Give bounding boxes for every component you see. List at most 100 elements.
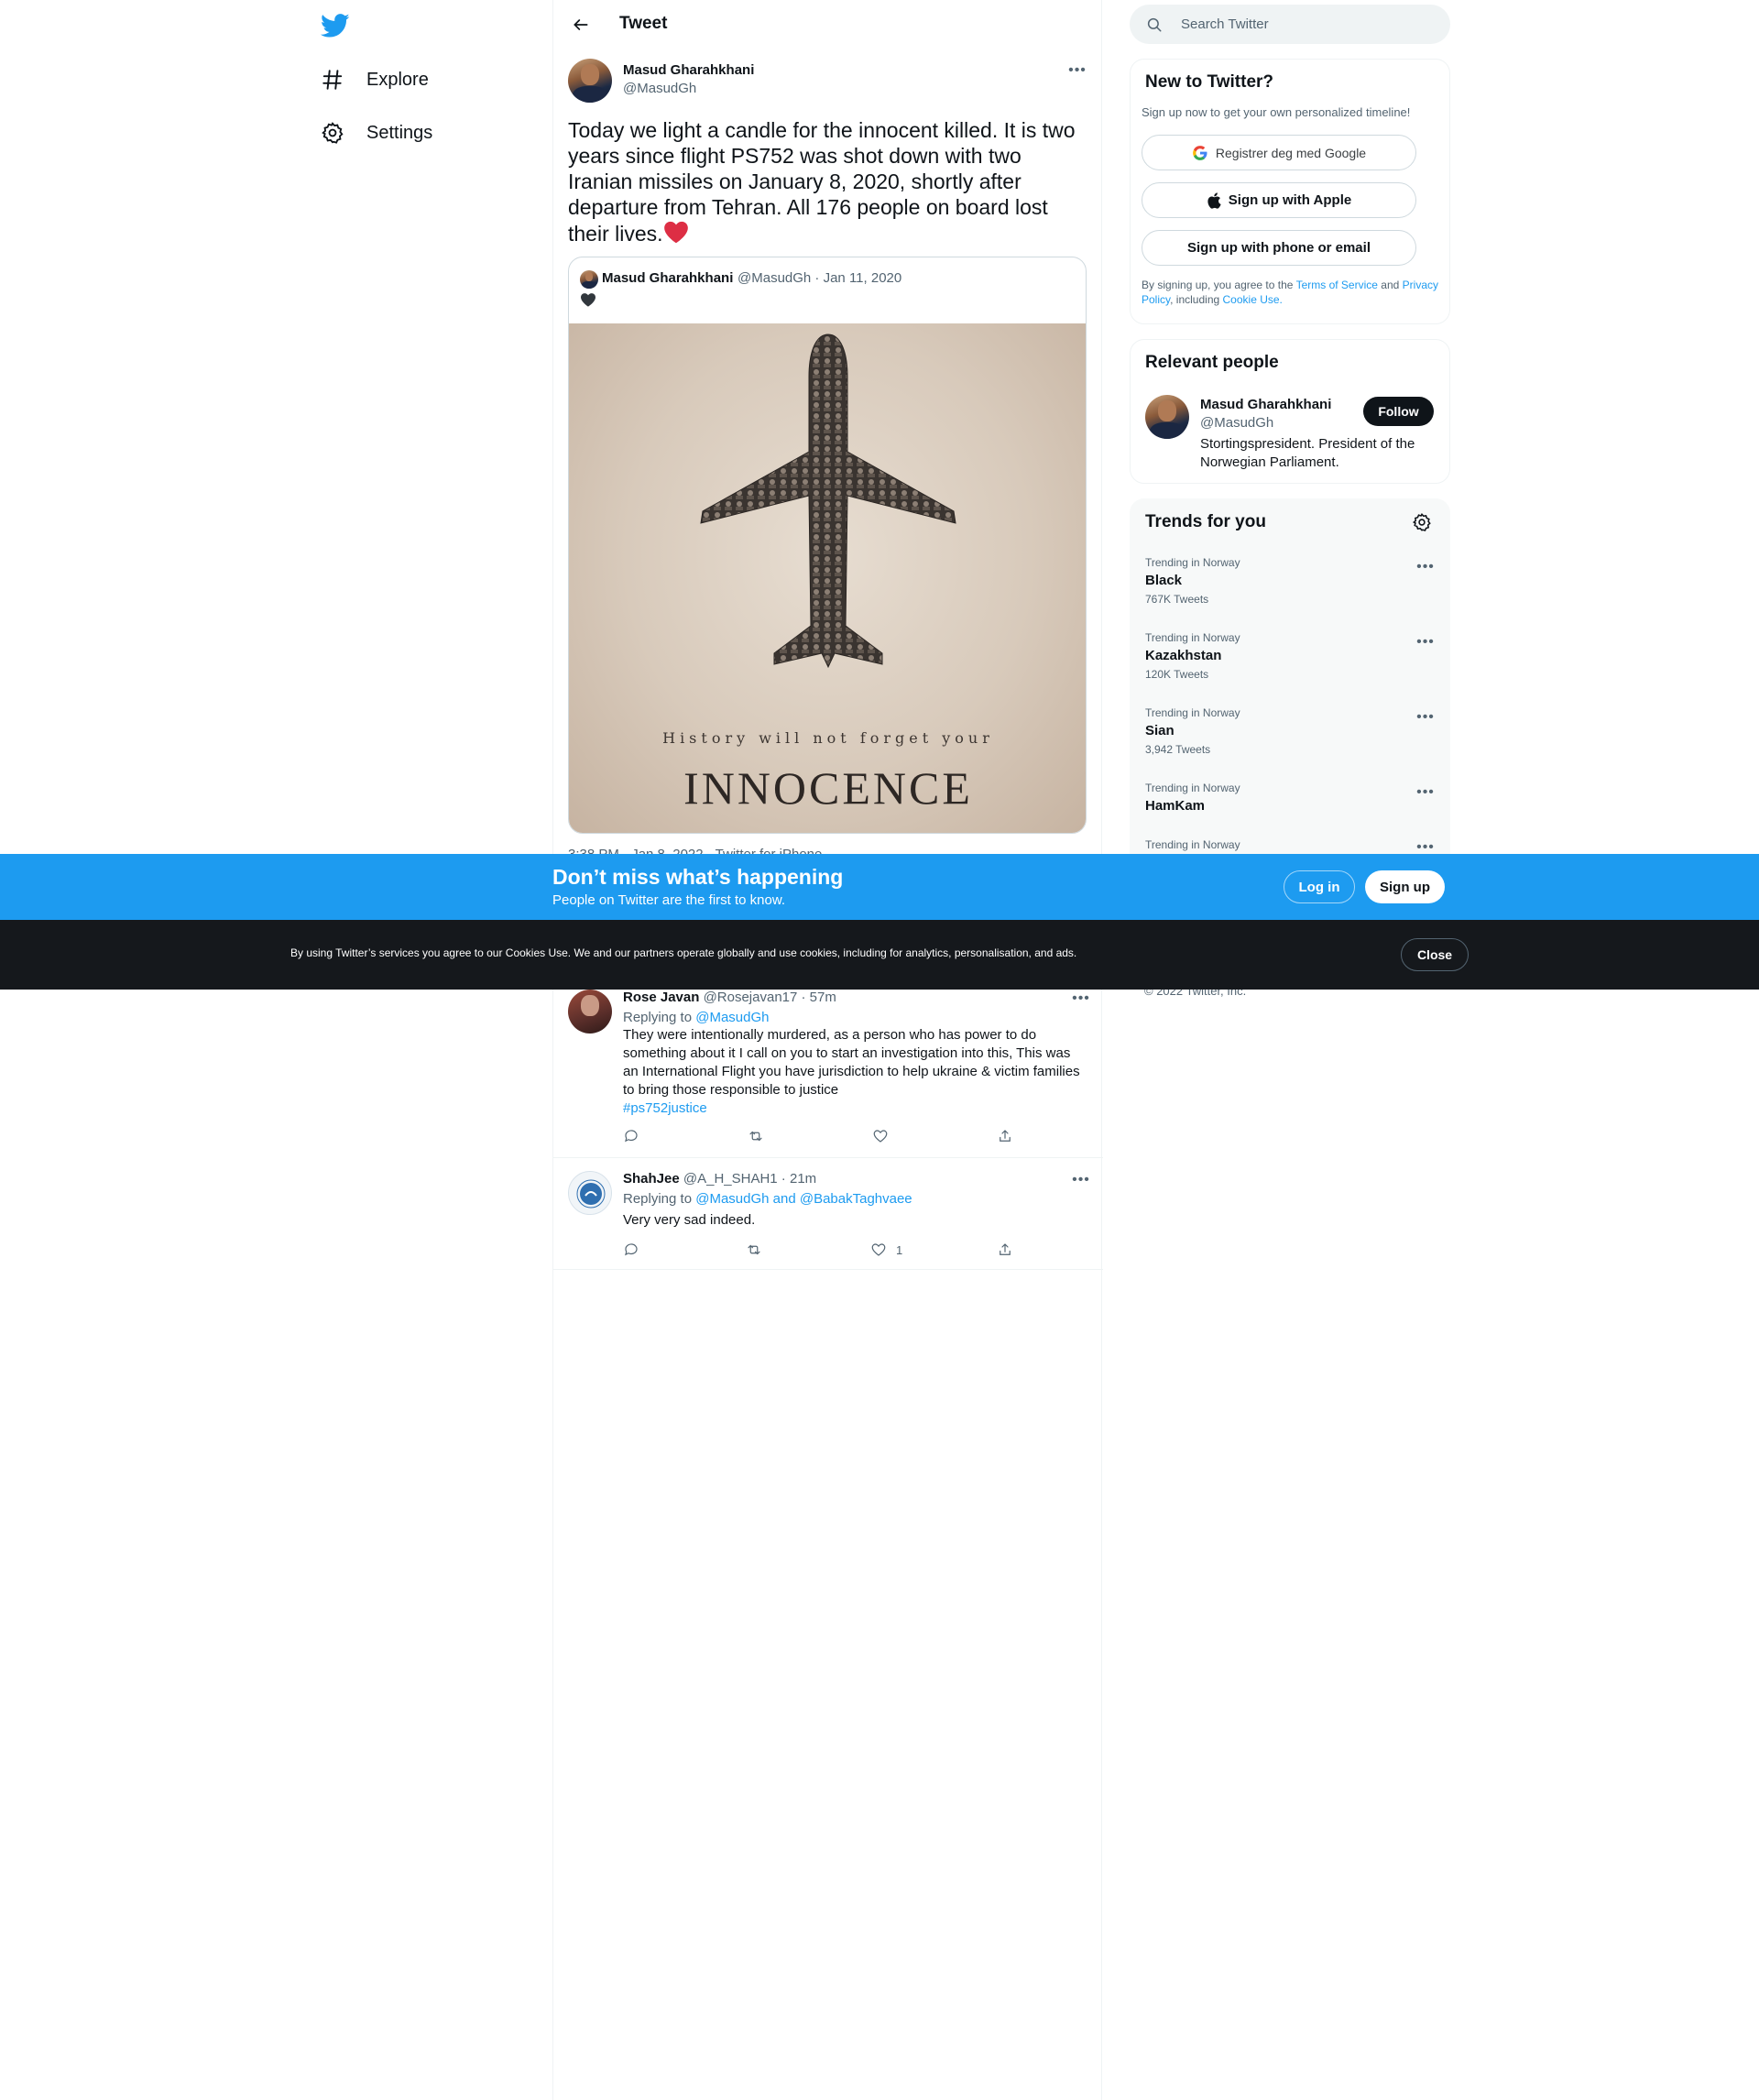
trend-name: Sian — [1145, 723, 1174, 738]
close-button[interactable]: Close — [1401, 938, 1469, 971]
cookie-banner: By using Twitter’s services you agree to… — [0, 920, 1759, 990]
retweet-button[interactable] — [748, 1127, 764, 1145]
reply-handle-time: @Rosejavan17 · 57m — [703, 990, 836, 1005]
search-bar[interactable] — [1130, 5, 1450, 44]
more-icon: ••• — [1072, 990, 1090, 1006]
heart-outline-icon — [873, 1130, 888, 1143]
reply-author-name[interactable]: ShahJee — [623, 1171, 680, 1187]
reply-text: Very very sad indeed. — [623, 1212, 756, 1228]
trend-item[interactable]: Trending in Norway Kazakhstan 120K Tweet… — [1131, 631, 1451, 706]
red-heart-icon — [663, 220, 689, 249]
trend-item[interactable]: Trending in Norway Black 767K Tweets ••• — [1131, 556, 1451, 631]
reply-actions: 1 — [623, 1241, 1011, 1259]
relevant-person-avatar[interactable] — [1145, 395, 1189, 439]
legal-and: and — [1381, 279, 1400, 291]
share-button[interactable] — [997, 1241, 1013, 1259]
replying-to: Replying to @MasudGh and @BabakTaghvaee — [623, 1191, 912, 1207]
tweet-header: Tweet — [553, 0, 1103, 49]
gear-icon[interactable] — [1412, 512, 1432, 532]
replying-to-link[interactable]: @MasudGh and @BabakTaghvaee — [695, 1191, 912, 1207]
replying-to-link[interactable]: @MasudGh — [695, 1010, 769, 1025]
replying-to: Replying to @MasudGh — [623, 1010, 769, 1025]
share-icon — [1000, 1130, 1011, 1142]
reply-tweet[interactable]: ShahJee @A_H_SHAH1 · 21m ••• Replying to… — [553, 1158, 1103, 1270]
nav-item-settings[interactable]: Settings — [321, 115, 432, 151]
twitter-logo-icon[interactable] — [321, 11, 350, 40]
trend-item[interactable]: Trending in Norway ••• — [1131, 838, 1451, 855]
legal-prefix: By signing up, you agree to the — [1142, 279, 1294, 291]
phone-email-signup-label: Sign up with phone or email — [1186, 240, 1371, 256]
tweet-text: Today we light a candle for the innocent… — [568, 117, 1090, 249]
search-input[interactable] — [1181, 5, 1437, 44]
reply-tweet[interactable]: Rose Javan @Rosejavan17 · 57m ••• Replyi… — [553, 984, 1103, 1158]
reply-button[interactable] — [623, 1127, 639, 1145]
back-button[interactable] — [568, 12, 594, 38]
retweet-button[interactable] — [746, 1241, 762, 1259]
trend-item[interactable]: Trending in Norway Sian 3,942 Tweets ••• — [1131, 706, 1451, 782]
more-options-button[interactable]: ••• — [1416, 633, 1435, 651]
relevant-person-handle[interactable]: @MasudGh — [1200, 415, 1273, 431]
reply-handle-time: @A_H_SHAH1 · 21m — [683, 1171, 817, 1187]
follow-button[interactable]: Follow — [1363, 397, 1434, 426]
reply-avatar[interactable] — [568, 1171, 612, 1215]
heart-outline-icon — [871, 1243, 886, 1256]
apple-signup-button[interactable]: Sign up with Apple — [1142, 182, 1416, 218]
trend-count: 3,942 Tweets — [1145, 743, 1211, 756]
more-icon: ••• — [1416, 784, 1435, 800]
relevant-person-name[interactable]: Masud Gharahkhani — [1200, 397, 1331, 412]
trends-card: Trends for you Trending in Norway Black … — [1130, 498, 1451, 855]
quote-handle-date: @MasudGh · Jan 11, 2020 — [737, 270, 902, 286]
quote-author-avatar — [580, 270, 598, 289]
phone-email-signup-button[interactable]: Sign up with phone or email — [1142, 230, 1416, 266]
cookie-use-link[interactable]: Cookie Use. — [1223, 293, 1283, 306]
terms-link[interactable]: Terms of Service — [1296, 279, 1378, 291]
google-signup-button[interactable]: Registrer deg med Google — [1142, 135, 1416, 170]
more-options-button[interactable]: ••• — [1416, 783, 1435, 802]
hashtag-link[interactable]: #ps752justice — [623, 1100, 707, 1116]
quoted-tweet[interactable]: Masud Gharahkhani @MasudGh · Jan 11, 202… — [568, 257, 1087, 834]
signup-button[interactable]: Sign up — [1365, 870, 1445, 903]
more-icon: ••• — [1072, 1172, 1090, 1187]
reply-avatar[interactable] — [568, 990, 612, 1034]
reply-button[interactable] — [623, 1241, 639, 1259]
like-button[interactable]: 1 — [870, 1241, 902, 1259]
retweet-icon — [748, 1244, 760, 1255]
author-handle[interactable]: @MasudGh — [623, 81, 696, 96]
relevant-people-title: Relevant people — [1145, 353, 1279, 372]
more-icon: ••• — [1416, 559, 1435, 574]
trend-name: Black — [1145, 573, 1183, 588]
share-button[interactable] — [997, 1127, 1013, 1145]
more-options-button[interactable]: ••• — [1416, 558, 1435, 576]
google-signup-label: Registrer deg med Google — [1215, 145, 1367, 160]
more-options-button[interactable]: ••• — [1068, 61, 1087, 80]
author-name[interactable]: Masud Gharahkhani — [623, 62, 754, 78]
trend-context: Trending in Norway — [1145, 631, 1240, 644]
more-icon: ••• — [1068, 62, 1087, 78]
more-options-button[interactable]: ••• — [1416, 838, 1435, 855]
replying-to-label: Replying to — [623, 1010, 693, 1025]
like-count: 1 — [896, 1242, 903, 1257]
nav-item-explore[interactable]: Explore — [321, 61, 429, 98]
signup-legal-text: By signing up, you agree to the Terms of… — [1142, 278, 1440, 307]
signup-card-title: New to Twitter? — [1145, 72, 1274, 92]
tweet-text-body: Today we light a candle for the innocent… — [568, 118, 1076, 246]
more-options-button[interactable]: ••• — [1072, 990, 1090, 1008]
quote-image[interactable]: History will not forget your INNOCENCE — [569, 323, 1086, 833]
poster-caption: History will not forget your — [662, 729, 994, 747]
black-heart-icon — [580, 292, 596, 312]
reply-text: They were intentionally murdered, as a p… — [623, 1026, 1086, 1118]
replying-to-label: Replying to — [623, 1191, 693, 1207]
author-avatar[interactable] — [568, 59, 612, 103]
trend-context: Trending in Norway — [1145, 782, 1240, 794]
reply-author-name[interactable]: Rose Javan — [623, 990, 699, 1005]
signup-banner: Don’t miss what’s happening People on Tw… — [0, 854, 1759, 920]
more-options-button[interactable]: ••• — [1416, 708, 1435, 727]
reply-header: Rose Javan @Rosejavan17 · 57m — [623, 990, 836, 1005]
apple-icon — [1207, 191, 1221, 209]
relevant-people-card: Relevant people Masud Gharahkhani @Masud… — [1130, 339, 1450, 484]
relevant-person-bio: Stortingspresident. President of the Nor… — [1200, 436, 1415, 470]
login-button[interactable]: Log in — [1284, 870, 1355, 903]
reply-text-body: They were intentionally murdered, as a p… — [623, 1027, 1080, 1098]
more-options-button[interactable]: ••• — [1072, 1171, 1090, 1189]
like-button[interactable] — [872, 1127, 898, 1145]
